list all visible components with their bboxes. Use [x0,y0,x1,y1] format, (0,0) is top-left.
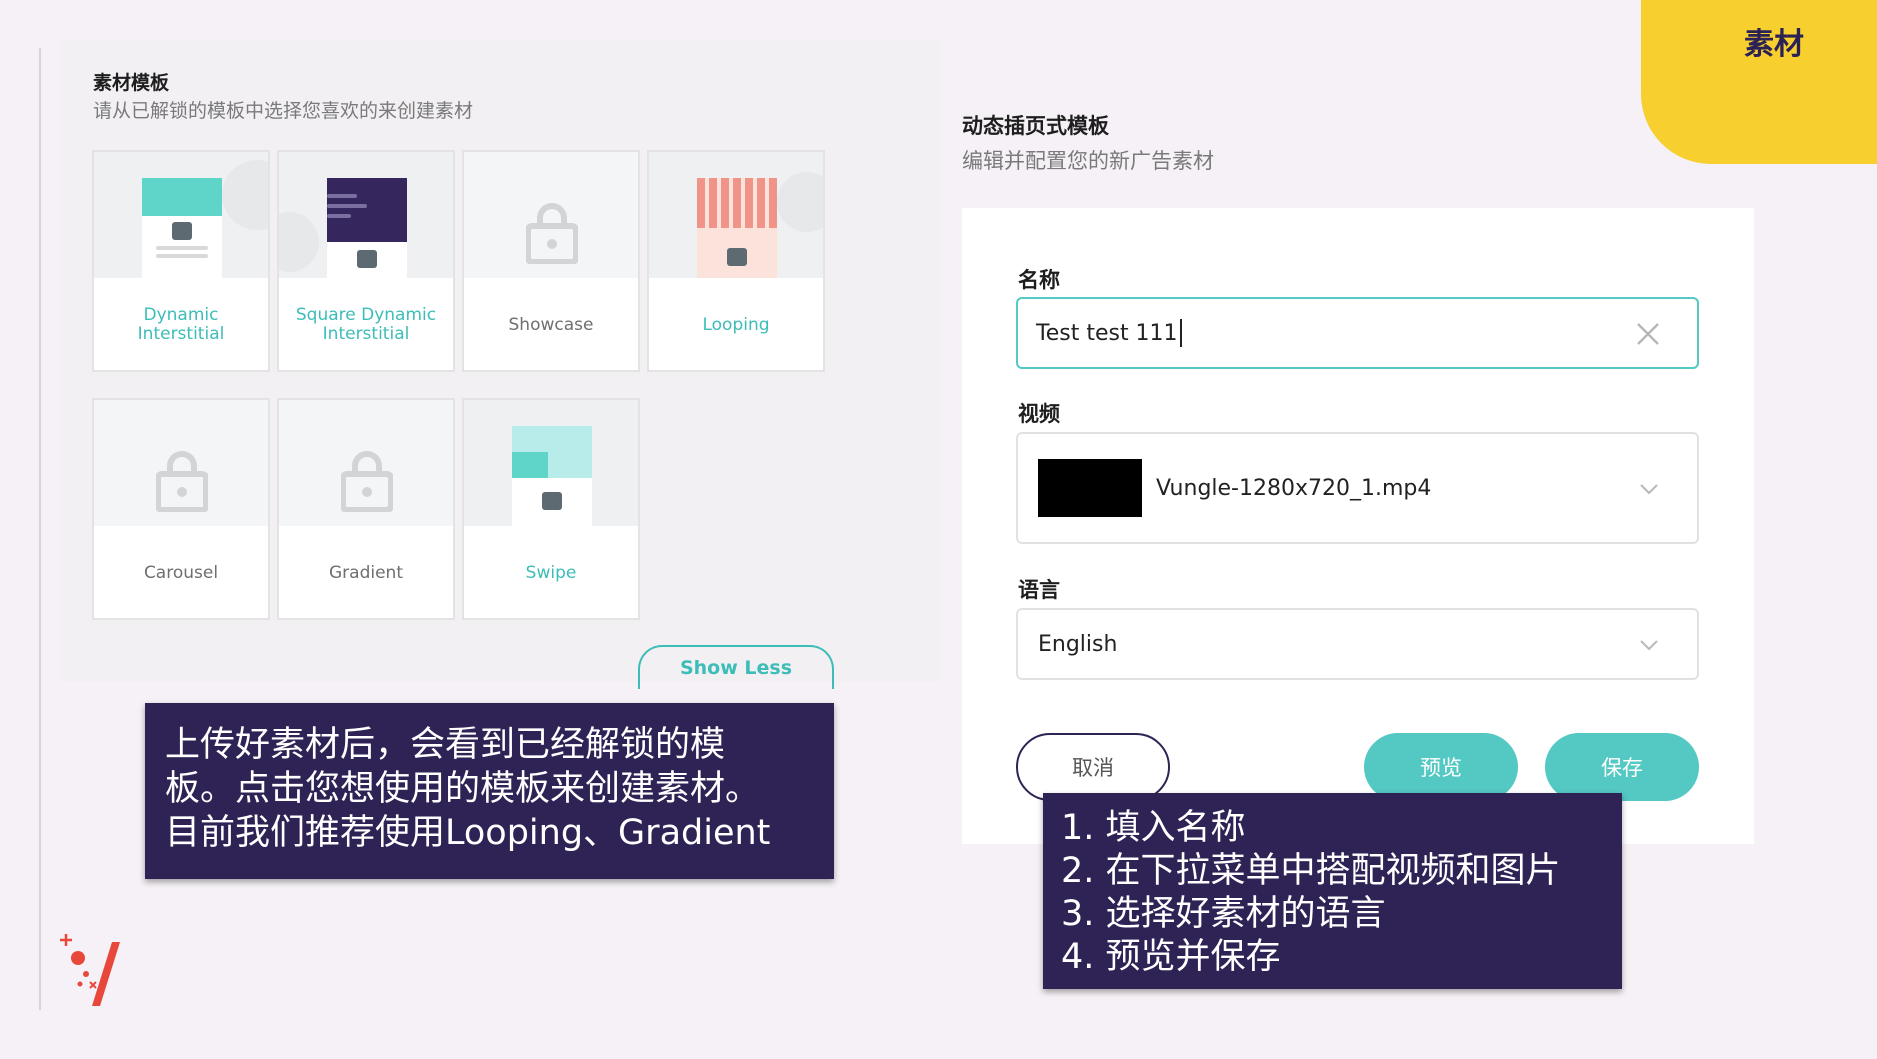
template-card-dynamic-interstitial[interactable]: Dynamic Interstitial [92,150,270,372]
template-card-label: Swipe [525,562,577,583]
note-line: 上传好素材后，会看到已经解锁的模 [165,725,726,765]
chevron-down-icon [1640,640,1658,651]
templates-title: 素材模板 [93,72,170,94]
template-card-label: Square Dynamic Interstitial [295,305,437,344]
phone-mockup-icon [327,178,407,278]
templates-panel: 素材模板 请从已解锁的模板中选择您喜欢的来创建素材 Dynamic Inters… [60,40,940,689]
template-card-label: Showcase [508,314,594,335]
note-line: 3. 选择好素材的语言 [1061,894,1386,934]
preview-button[interactable]: 预览 [1364,733,1518,801]
phone-mockup-icon [142,178,222,278]
name-label: 名称 [1018,268,1060,292]
template-thumbnail [94,152,268,278]
language-label: 语言 [1018,578,1060,602]
template-thumbnail [94,400,268,526]
note-line: 1. 填入名称 [1061,808,1246,848]
creative-form: 名称 Test test 111 视频 Vungle-1280x720_1.mp… [962,208,1754,844]
phone-mockup-icon [512,426,592,526]
language-select-value: English [1038,631,1118,657]
template-thumbnail [464,400,638,526]
form-subtitle: 编辑并配置您的新广告素材 [962,149,1214,173]
annotation-note-left: 上传好素材后，会看到已经解锁的模 板。点击您想使用的模板来创建素材。 目前我们推… [145,703,834,879]
template-card-label: Looping [702,314,770,335]
template-card-looping[interactable]: Looping [647,150,825,372]
slide-divider-line [39,48,41,1010]
show-less-button[interactable]: Show Less [638,645,834,689]
lock-icon [526,203,578,264]
note-line: 目前我们推荐使用Looping、Gradient [165,813,771,853]
video-thumbnail [1038,459,1142,517]
template-card-square-dynamic-interstitial[interactable]: Square Dynamic Interstitial [277,150,455,372]
note-line: 2. 在下拉菜单中搭配视频和图片 [1061,851,1561,891]
form-title: 动态插页式模板 [962,114,1109,138]
video-select[interactable]: Vungle-1280x720_1.mp4 [1016,432,1699,544]
template-thumbnail [279,400,453,526]
lock-icon [156,451,208,512]
template-thumbnail [649,152,823,278]
templates-subtitle: 请从已解锁的模板中选择您喜欢的来创建素材 [93,100,474,122]
note-line: 板。点击您想使用的模板来创建素材。 [165,769,761,809]
vungle-logo-icon [60,934,120,1006]
template-thumbnail [464,152,638,278]
template-card-gradient[interactable]: Gradient [277,398,455,620]
name-input[interactable]: Test test 111 [1016,297,1699,369]
template-thumbnail [279,152,453,278]
video-select-value: Vungle-1280x720_1.mp4 [1156,475,1432,501]
section-tag: 素材 [1641,0,1877,164]
phone-mockup-icon [697,178,777,278]
name-input-value: Test test 111 [1036,320,1178,346]
text-caret [1179,319,1182,347]
template-card-label: Gradient [329,562,403,583]
annotation-note-right: 1. 填入名称 2. 在下拉菜单中搭配视频和图片 3. 选择好素材的语言 4. … [1043,793,1622,989]
template-card-label: Carousel [143,562,219,583]
template-card-showcase[interactable]: Showcase [462,150,640,372]
video-label: 视频 [1018,402,1060,426]
template-card-swipe[interactable]: Swipe [462,398,640,620]
cancel-button[interactable]: 取消 [1016,733,1170,801]
language-select[interactable]: English [1016,608,1699,680]
chevron-down-icon [1640,484,1658,495]
section-tag-label: 素材 [1744,27,1804,62]
lock-icon [341,451,393,512]
template-card-carousel[interactable]: Carousel [92,398,270,620]
template-card-label: Dynamic Interstitial [137,305,225,344]
note-line: 4. 预览并保存 [1061,937,1281,977]
save-button[interactable]: 保存 [1545,733,1699,801]
clear-icon[interactable] [1635,321,1661,347]
